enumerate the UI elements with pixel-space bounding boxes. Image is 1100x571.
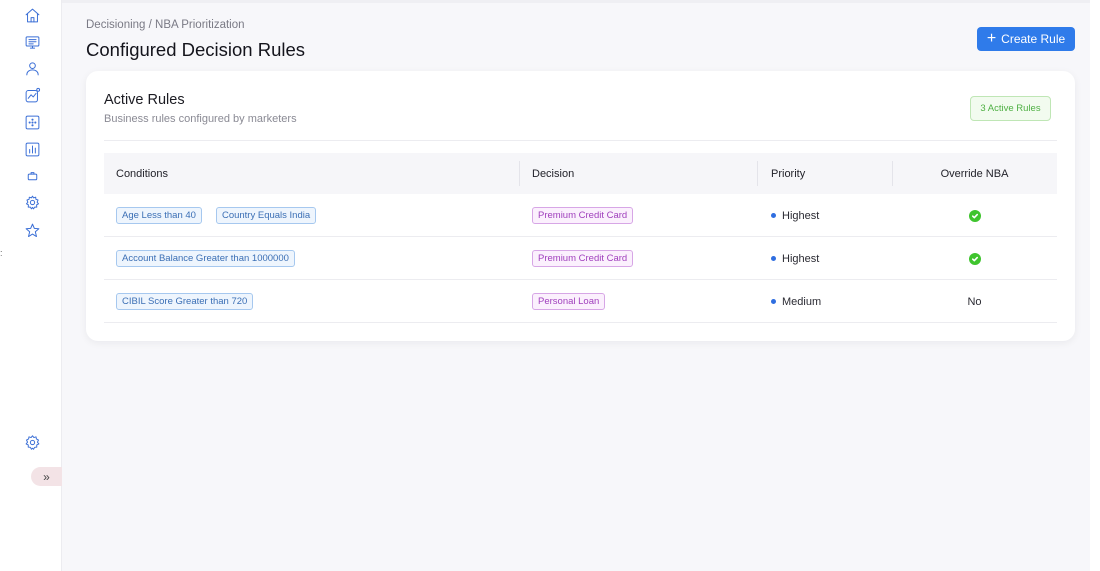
priority-cell: Medium [771, 280, 821, 323]
expand-sidebar-button[interactable]: » [31, 467, 62, 486]
gear-icon[interactable] [23, 433, 41, 451]
check-circle-icon [968, 252, 981, 265]
column-header-priority[interactable]: Priority [771, 153, 805, 194]
condition-tag: CIBIL Score Greater than 720 [116, 293, 254, 310]
analytics-icon[interactable] [23, 86, 41, 104]
decision-cell: Personal Loan [532, 280, 606, 323]
side-dots: : [0, 248, 3, 258]
override-cell: No [892, 280, 1057, 323]
create-rule-label: Create Rule [1001, 32, 1066, 46]
decision-cell: Premium Credit Card [532, 237, 634, 280]
create-rule-button[interactable]: + Create Rule [977, 27, 1075, 51]
card-subtitle: Business rules configured by marketers [104, 113, 297, 125]
rules-table: Conditions Decision Priority Override NB… [104, 153, 1057, 323]
sidebar: » [0, 0, 62, 571]
breadcrumb[interactable]: Decisioning / NBA Prioritization [86, 19, 245, 31]
card-title: Active Rules [104, 92, 185, 108]
divider [104, 140, 1057, 141]
table-row[interactable]: Age Less than 40 Country Equals India Pr… [104, 194, 1057, 237]
star-icon[interactable] [23, 221, 41, 239]
column-header-conditions[interactable]: Conditions [116, 153, 168, 194]
priority-text: Highest [782, 252, 820, 265]
plus-icon: + [986, 29, 997, 47]
conditions-cell: CIBIL Score Greater than 720 [116, 280, 267, 323]
home-icon[interactable] [23, 6, 41, 24]
priority-text: Highest [782, 209, 820, 222]
check-circle-icon [968, 209, 981, 222]
decision-tag: Premium Credit Card [532, 250, 634, 267]
table-row[interactable]: CIBIL Score Greater than 720 Personal Lo… [104, 280, 1057, 323]
priority-dot-icon [771, 213, 776, 218]
priority-dot-icon [771, 299, 776, 304]
decision-cell: Premium Credit Card [532, 194, 634, 237]
column-separator [519, 161, 520, 186]
active-rules-card: Active Rules Business rules configured b… [86, 71, 1075, 341]
monitor-list-icon[interactable] [23, 33, 41, 51]
conditions-cell: Account Balance Greater than 1000000 [116, 237, 309, 280]
briefcase-icon[interactable] [23, 166, 41, 184]
user-icon[interactable] [23, 59, 41, 77]
grid-scan-icon[interactable] [23, 113, 41, 131]
conditions-cell: Age Less than 40 Country Equals India [116, 194, 330, 237]
override-no-text: No [967, 295, 982, 308]
priority-cell: Highest [771, 194, 819, 237]
active-rules-count-badge: 3 Active Rules [970, 96, 1051, 121]
top-border [62, 0, 1100, 3]
table-header: Conditions Decision Priority Override NB… [104, 153, 1057, 194]
decision-tag: Premium Credit Card [532, 207, 634, 224]
right-border [1090, 0, 1100, 571]
settings-cog-alt-icon[interactable] [23, 193, 41, 211]
column-separator [757, 161, 758, 186]
condition-tag: Account Balance Greater than 1000000 [116, 250, 295, 267]
condition-tag: Country Equals India [215, 207, 317, 224]
override-cell [892, 194, 1057, 237]
condition-tag: Age Less than 40 [116, 207, 202, 224]
priority-dot-icon [771, 256, 776, 261]
column-header-override-nba[interactable]: Override NBA [892, 153, 1057, 194]
decision-tag: Personal Loan [532, 293, 606, 310]
override-cell [892, 237, 1057, 280]
priority-text: Medium [782, 295, 822, 308]
table-row[interactable]: Account Balance Greater than 1000000 Pre… [104, 237, 1057, 280]
bar-chart-icon[interactable] [23, 140, 41, 158]
priority-cell: Highest [771, 237, 819, 280]
column-header-decision[interactable]: Decision [532, 153, 574, 194]
page-title: Configured Decision Rules [86, 39, 306, 60]
